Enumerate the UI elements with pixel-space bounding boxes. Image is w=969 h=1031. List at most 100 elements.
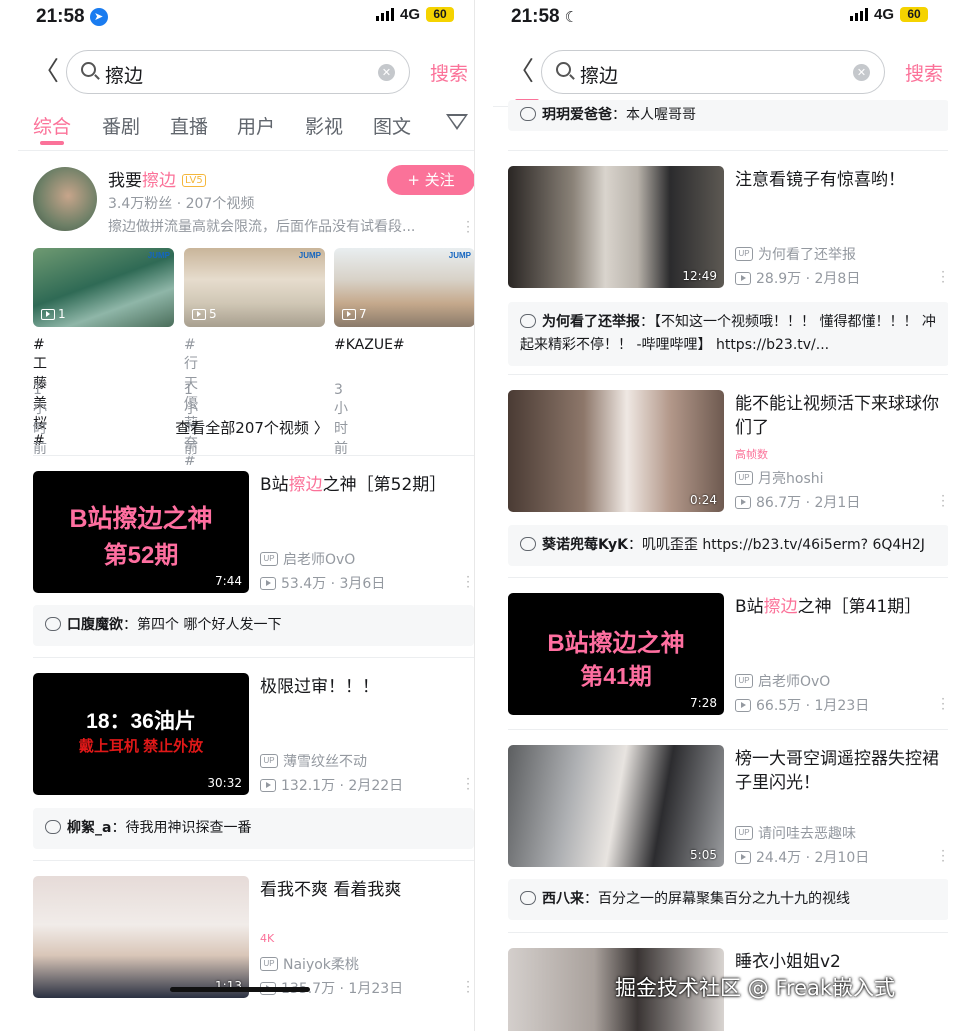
home-indicator[interactable]: [170, 987, 310, 992]
video-comment[interactable]: 口腹魔欲：第四个 哪个好人发一下: [33, 605, 474, 646]
video-comment[interactable]: 为何看了还举报：【不知这一个视频哦！！！ 懂得都懂！！！ 冲起来精彩不停！！ -…: [508, 302, 948, 366]
video-stats: 132.1万 · 2月22日: [281, 778, 404, 794]
video-uploader: 月亮hoshi: [758, 471, 824, 487]
search-bar: 〈 擦边 ✕ 搜索: [0, 48, 474, 96]
video-title[interactable]: 榜一大哥空调遥控器失控裙子里闪光！: [735, 747, 945, 795]
search-input[interactable]: 擦边 ✕: [541, 50, 885, 94]
video-uploader: 薄雪纹丝不动: [283, 754, 367, 770]
video-count-icon: [342, 308, 356, 320]
more-icon[interactable]: · · ·: [466, 216, 470, 238]
comment-icon: [45, 820, 61, 834]
follow-button[interactable]: + 关注: [387, 165, 474, 195]
video-stats: 86.7万 · 2月1日: [756, 495, 861, 511]
video-item[interactable]: 12:49 注意看镜子有惊喜哟！ UP 为何看了还举报 28.9万 · 2月8日 …: [508, 166, 948, 290]
video-stats: 28.9万 · 2月8日: [756, 271, 861, 287]
video-item[interactable]: 18：36油片 戴上耳机 禁止外放 30:32 极限过审！！！ UP 薄雪纹丝不动…: [33, 673, 474, 797]
more-icon[interactable]: · · ·: [941, 693, 945, 715]
search-button[interactable]: 搜索: [905, 59, 943, 86]
more-icon[interactable]: · · ·: [941, 845, 945, 867]
comment-icon: [520, 537, 536, 551]
more-icon[interactable]: · · ·: [466, 773, 470, 795]
video-title[interactable]: 睡衣小姐姐v2: [735, 950, 945, 974]
video-title[interactable]: B站擦边之神［第41期］: [735, 595, 945, 619]
search-input[interactable]: 擦边 ✕: [66, 50, 410, 94]
video-item[interactable]: 1:13 看我不爽 看着我爽 4K UP Naiyok柔桃 135.7万 · 1月…: [33, 876, 474, 1000]
video-item[interactable]: B站擦边之神 第52期 7:44 B站擦边之神［第52期］ UP 启老师OvO 5…: [33, 471, 474, 595]
video-thumbnail[interactable]: 12:49: [508, 166, 724, 288]
video-stats: 53.4万 · 3月6日: [281, 576, 386, 592]
video-title[interactable]: B站擦边之神［第52期］: [260, 473, 470, 497]
status-time: 21:58: [511, 6, 560, 27]
video-title[interactable]: 看我不爽 看着我爽: [260, 878, 470, 902]
video-uploader: Naiyok柔桃: [283, 957, 359, 973]
tab-bangumi[interactable]: 番剧: [102, 112, 140, 139]
mini-video-thumb[interactable]: JUMP 1: [33, 248, 174, 327]
video-duration: 7:28: [690, 696, 717, 710]
video-item[interactable]: 0:24 能不能让视频活下来球球你们了 高帧数 UP 月亮hoshi 86.7万 …: [508, 390, 948, 514]
comment-icon: [520, 314, 536, 328]
video-title[interactable]: 注意看镜子有惊喜哟！: [735, 168, 945, 192]
video-thumbnail[interactable]: 5:05: [508, 745, 724, 867]
comment-icon: [45, 617, 61, 631]
clear-icon[interactable]: ✕: [853, 64, 870, 81]
quality-tag: 4K: [260, 932, 275, 945]
divider: [18, 150, 474, 151]
level-badge: LV5: [182, 174, 206, 187]
mini-video-thumb[interactable]: JUMP 7: [334, 248, 474, 327]
play-count-icon: [735, 850, 751, 864]
video-comment[interactable]: 柳絮_a：待我用神识探查一番: [33, 808, 474, 849]
video-title[interactable]: 能不能让视频活下来球球你们了: [735, 392, 945, 440]
more-icon[interactable]: · · ·: [941, 266, 945, 288]
battery-icon: 60: [900, 7, 928, 22]
video-item[interactable]: B站擦边之神 第41期 7:28 B站擦边之神［第41期］ UP 启老师OvO 6…: [508, 593, 948, 717]
more-icon[interactable]: · · ·: [466, 976, 470, 998]
video-duration: 7:44: [215, 574, 242, 588]
search-query: 擦边: [580, 65, 619, 87]
video-thumbnail[interactable]: B站擦边之神 第41期 7:28: [508, 593, 724, 715]
video-comment[interactable]: 葵诺兜莓KyK：叽叽歪歪 https://b23.tv/46i5erm? 6Q4…: [508, 525, 948, 566]
quality-tag: 高帧数: [735, 448, 768, 461]
video-thumbnail[interactable]: B站擦边之神 第52期 7:44: [33, 471, 249, 593]
tab-all[interactable]: 综合: [33, 112, 71, 139]
status-bar: 21:58 ➤ 4G 60: [36, 6, 454, 28]
more-icon[interactable]: · · ·: [941, 490, 945, 512]
video-thumbnail[interactable]: 1:13: [33, 876, 249, 998]
video-duration: 30:32: [207, 776, 242, 790]
back-icon[interactable]: 〈: [33, 58, 59, 86]
mini-video-title[interactable]: #KAZUE#: [334, 337, 405, 353]
tab-users[interactable]: 用户: [237, 112, 275, 139]
search-button[interactable]: 搜索: [430, 59, 468, 86]
play-count-icon: [735, 495, 751, 509]
filter-icon[interactable]: [446, 114, 468, 130]
location-arrow-icon: ➤: [89, 8, 108, 26]
video-thumbnail[interactable]: 18：36油片 戴上耳机 禁止外放 30:32: [33, 673, 249, 795]
uploader-name[interactable]: 我要擦边 LV5: [108, 166, 206, 191]
video-comment[interactable]: 西八来：百分之一的屏幕聚集百分之九十九的视线: [508, 879, 948, 920]
mini-video-thumb[interactable]: JUMP 5: [184, 248, 325, 327]
uploader-card[interactable]: 我要擦边 LV5 3.4万粉丝 · 207个视频 擦边做拼流量高就会限流，后面作品…: [0, 165, 474, 469]
tab-articles[interactable]: 图文: [373, 112, 411, 139]
see-all-videos-link[interactable]: 查看全部207个视频 〉: [0, 417, 474, 438]
uploader-meta: 3.4万粉丝 · 207个视频: [108, 196, 255, 212]
back-icon[interactable]: 〈: [508, 58, 534, 86]
avatar[interactable]: [33, 167, 97, 231]
tab-film[interactable]: 影视: [305, 112, 343, 139]
video-duration: 0:24: [690, 493, 717, 507]
signal-icon: [375, 8, 394, 21]
clear-icon[interactable]: ✕: [378, 64, 395, 81]
video-title[interactable]: 极限过审！！！: [260, 675, 470, 699]
comment-icon: [520, 107, 536, 121]
search-icon: [556, 62, 571, 77]
signal-icon: [849, 8, 868, 21]
network-type: 4G: [399, 6, 420, 23]
tab-live[interactable]: 直播: [170, 112, 208, 139]
video-thumbnail[interactable]: 0:24: [508, 390, 724, 512]
divider: [508, 932, 948, 933]
more-icon[interactable]: · · ·: [466, 571, 470, 593]
video-duration: 12:49: [682, 269, 717, 283]
video-item[interactable]: 5:05 榜一大哥空调遥控器失控裙子里闪光！ UP 请问哇去恶趣味 24.4万 ·…: [508, 745, 948, 869]
thumb-text: 第52期: [103, 542, 179, 569]
video-uploader: 请问哇去恶趣味: [758, 826, 856, 842]
video-comment[interactable]: 玥玥爱爸爸：本人喔哥哥: [508, 100, 948, 131]
play-count-icon: [735, 271, 751, 285]
